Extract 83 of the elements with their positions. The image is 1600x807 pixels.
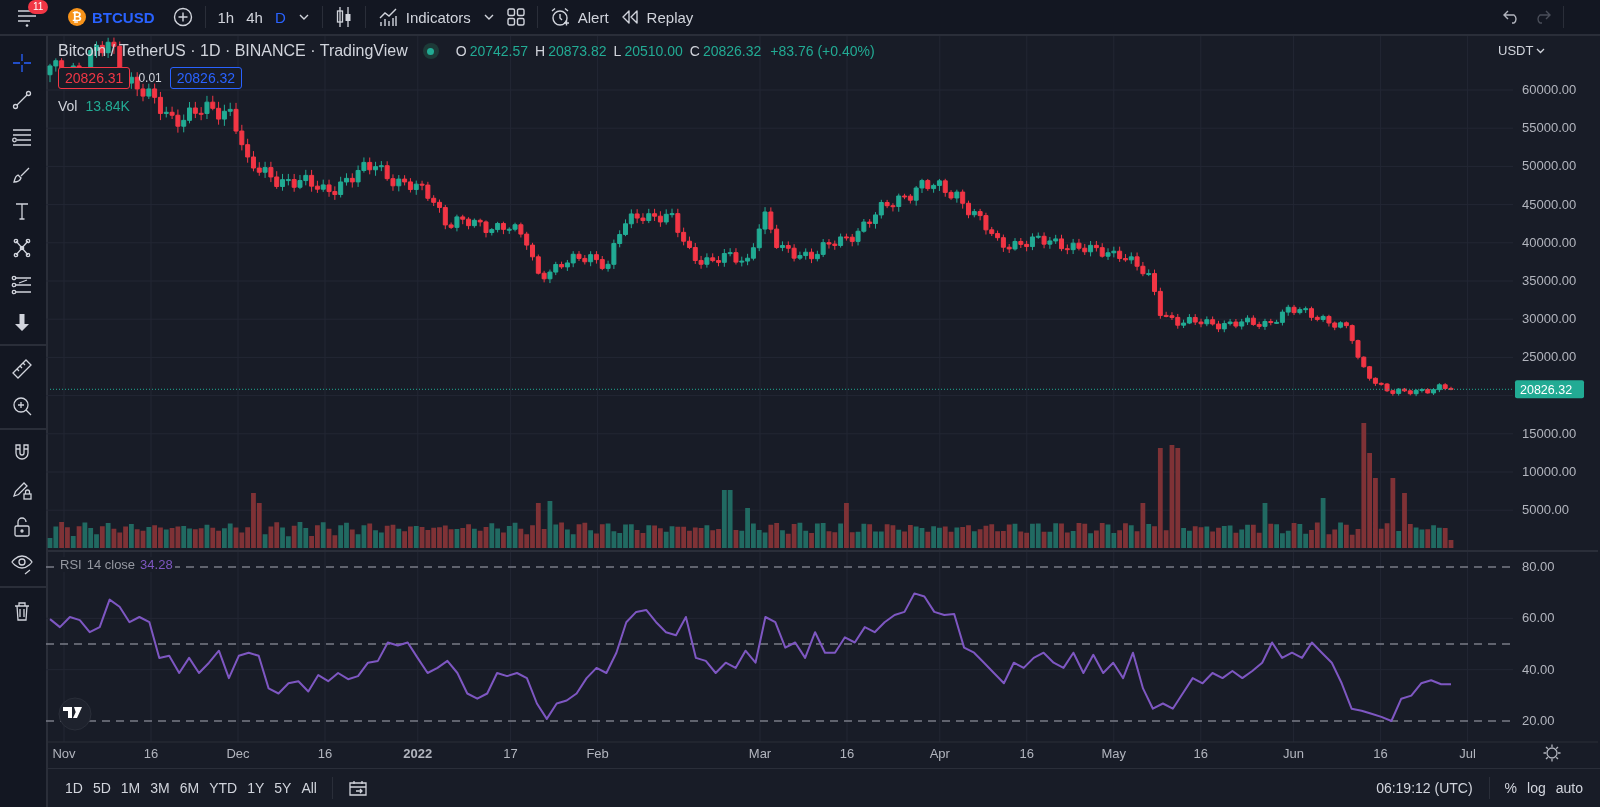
scale-option-button[interactable]: % [1499,776,1523,800]
price-tick-label: 25000.00 [1522,349,1577,365]
symbol-button[interactable]: BTCUSD [86,2,161,32]
last-price-badge: 20826.32 [1515,380,1584,399]
indicators-button[interactable]: Indicators [371,2,477,32]
price-tick-label: 45000.00 [1522,196,1577,212]
interval-tab[interactable]: 1h [211,2,241,32]
chevron-down-icon [297,13,310,21]
time-tick-label: Dec [226,746,250,761]
time-tick-label: Nov [52,746,76,761]
ohlc-label: O [455,43,467,59]
time-tick-label: 16 [1193,746,1209,761]
price-tick-label: 50000.00 [1522,158,1577,174]
time-tick-label: 16 [839,746,855,761]
volume-value: 13.84K [85,98,130,114]
chevron-down-icon [482,13,495,21]
time-tick-label: Mar [748,746,772,761]
price-tick-label: 55000.00 [1522,120,1577,136]
chevron-down-icon [1536,47,1546,54]
scale-option-button[interactable]: log [1522,776,1551,800]
ohlc-label: L [613,43,622,59]
price-tick-label: 5000.00 [1522,502,1569,518]
price-tick-label: 40000.00 [1522,234,1577,250]
grid-icon [506,8,525,26]
time-tick-label: 17 [503,746,518,761]
rsi-name: RSI [60,557,82,572]
alarm-clock-icon [549,7,570,27]
interval-tab[interactable]: 4h [240,2,269,32]
bitcoin-logo: ₿ [68,8,86,26]
rsi-tick-label: 20.00 [1522,713,1555,728]
range-button[interactable]: 1Y [242,776,270,800]
ohlc-value: 20873.82 [548,43,607,59]
rewind-icon [620,9,639,25]
time-tick-label: Jun [1283,746,1305,761]
volume-label: Vol [58,98,78,114]
time-tick-label: 2022 [403,746,433,761]
time-tick-label: Feb [586,746,609,761]
chart-bars-icon [377,7,398,27]
price-tick-label: 10000.00 [1522,464,1577,479]
range-button[interactable]: 5Y [269,776,297,800]
market-status-dot [422,43,439,59]
price-tick-label: 35000.00 [1522,273,1577,288]
price-change: +83.76 (+0.40%) [770,43,875,59]
range-button[interactable]: 5D [87,776,116,800]
time-tick-label: May [1101,746,1127,761]
rsi-tick-label: 40.00 [1522,661,1555,677]
ohlc-label: C [689,43,700,59]
interval-tab[interactable]: D [268,2,292,32]
currency-dropdown[interactable]: USDT [1492,42,1552,59]
spread-value: 0.01 [138,71,162,85]
time-tick-label: 16 [1019,746,1035,761]
replay-button[interactable]: Replay [614,2,700,32]
rsi-settings: 14 close [86,557,136,572]
plus-circle-icon [172,7,193,27]
price-tick-label: 60000.00 [1522,82,1577,97]
price-tick-label: 30000.00 [1522,311,1577,327]
sell-price-button[interactable]: 20826.31 [58,67,131,89]
ohlc-label: H [535,43,546,59]
alert-button[interactable]: Alert [543,2,615,32]
rsi-tick-label: 80.00 [1522,559,1555,574]
range-button[interactable]: 1M [115,776,146,800]
clock-time: 06:19:12 (UTC) [1376,780,1473,796]
rsi-tick-label: 60.00 [1522,610,1555,626]
time-tick-label: Apr [929,746,950,761]
time-tick-label: Jul [1459,746,1476,761]
range-button[interactable]: 3M [145,776,175,800]
ohlc-value: 20826.32 [702,43,762,59]
price-tick-label: 15000.00 [1522,425,1577,441]
ohlc-value: 20742.57 [469,43,529,59]
range-button[interactable]: 6M [174,776,205,800]
candles-icon [334,6,353,28]
time-tick-label: 16 [317,746,333,761]
scale-option-button[interactable]: auto [1550,776,1588,800]
rsi-value: 34.28 [140,557,173,572]
notification-badge: 11 [28,0,49,14]
time-tick-label: 16 [143,746,159,761]
range-button[interactable]: YTD [204,776,243,800]
time-tick-label: 16 [1373,746,1388,761]
range-button[interactable]: All [296,776,322,800]
ohlc-value: 20510.00 [624,43,683,59]
calendar-arrow-icon [348,779,368,797]
range-button[interactable]: 1D [60,776,88,800]
settings-icon[interactable] [1542,743,1562,763]
